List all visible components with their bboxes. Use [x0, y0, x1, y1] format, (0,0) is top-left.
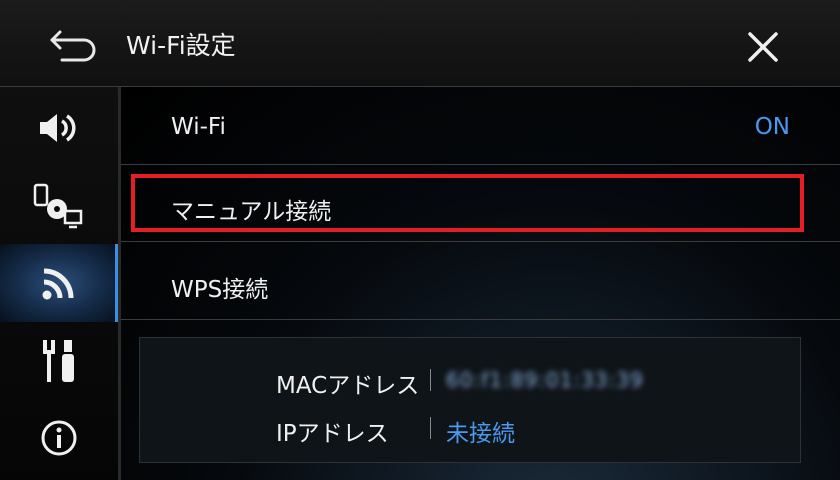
network-info-panel: MACアドレス 60:f1:89:01:33:39 IPアドレス 未接続 — [139, 337, 801, 463]
speaker-icon — [40, 114, 76, 142]
manual-connect-row[interactable]: マニュアル接続 — [121, 167, 840, 244]
wifi-toggle-row[interactable]: Wi-Fi ON — [121, 89, 840, 166]
mac-address-label: MACアドレス — [276, 373, 420, 399]
info-separator — [430, 369, 431, 391]
close-button[interactable] — [742, 26, 784, 68]
info-icon — [41, 420, 77, 456]
wps-connect-label: WPS接続 — [171, 277, 269, 303]
tools-icon — [43, 340, 74, 382]
wifi-status-value: ON — [754, 114, 790, 140]
manual-connect-label: マニュアル接続 — [171, 199, 332, 225]
sidebar-item-wifi[interactable] — [0, 244, 118, 322]
close-icon — [748, 32, 778, 62]
back-arrow-icon — [50, 30, 96, 62]
sidebar-item-devices[interactable] — [0, 167, 118, 245]
header-bar: Wi-Fi設定 — [0, 0, 840, 87]
page-title: Wi-Fi設定 — [126, 31, 236, 60]
wifi-icon — [42, 268, 74, 300]
sidebar-item-audio[interactable] — [0, 89, 118, 167]
wifi-label: Wi-Fi — [171, 114, 226, 140]
sidebar — [0, 87, 118, 480]
wps-connect-row[interactable]: WPS接続 — [121, 245, 840, 322]
back-button[interactable] — [44, 24, 104, 66]
devices-icon — [33, 183, 83, 229]
mac-address-value: 60:f1:89:01:33:39 — [446, 368, 644, 392]
row-divider — [121, 241, 840, 242]
row-divider — [121, 164, 840, 165]
row-divider — [121, 319, 840, 320]
info-separator — [430, 417, 431, 439]
ip-address-value: 未接続 — [446, 421, 515, 447]
sidebar-item-info[interactable] — [0, 399, 118, 477]
ip-address-label: IPアドレス — [276, 421, 389, 447]
main-content: Wi-Fi ON マニュアル接続 WPS接続 MACアドレス 60:f1:89:… — [121, 87, 840, 480]
sidebar-item-tools[interactable] — [0, 322, 118, 400]
